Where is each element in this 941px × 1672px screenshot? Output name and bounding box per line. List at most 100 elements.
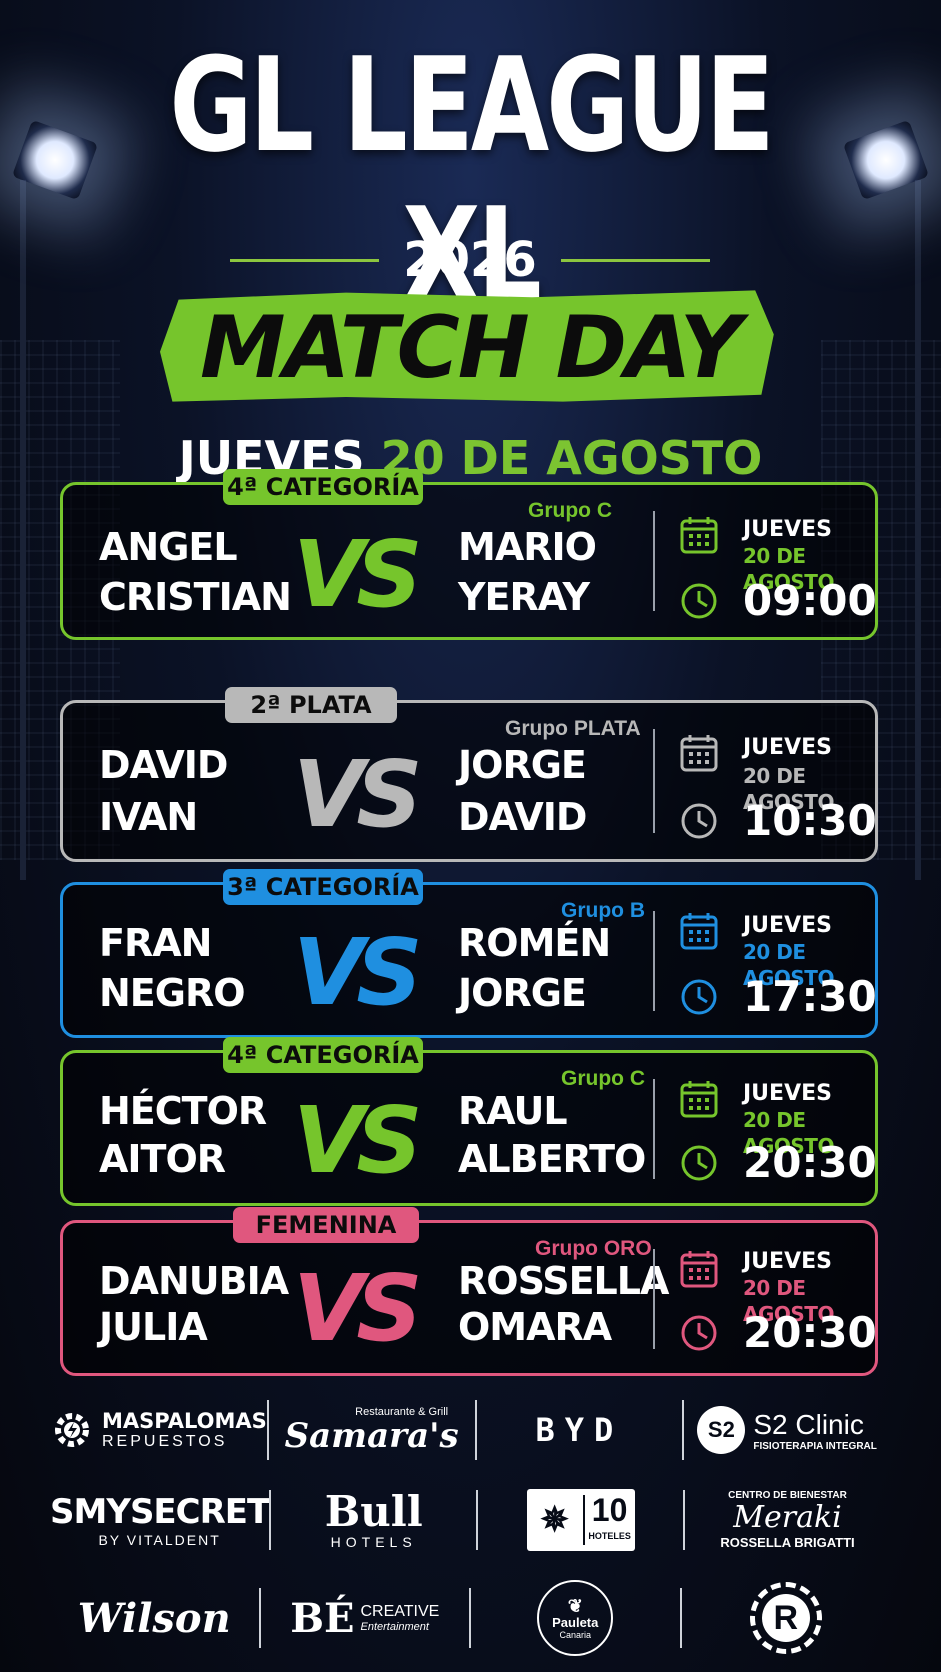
match-time: 20:30 [743, 1138, 877, 1187]
light-pole-right [915, 180, 921, 880]
player-a2: AITOR [99, 1137, 226, 1181]
player-b1: MARIO [458, 525, 597, 569]
sponsor-samaras: Restaurante & Grill Samara's [269, 1406, 475, 1454]
match-day: JUEVES [743, 913, 832, 938]
player-a2: JULIA [99, 1305, 208, 1349]
sponsor-name: BÉ [290, 1594, 355, 1642]
sponsor-name: Pauleta [552, 1614, 599, 1630]
sponsor-sub: FISIOTERAPIA INTEGRAL [753, 1440, 877, 1452]
group-label: Grupo C [528, 499, 612, 522]
sponsor-pauleta: ❦ Pauleta Canaria [471, 1580, 680, 1656]
sponsor-sub: HOTELES [588, 1531, 631, 1541]
category-tag: 4ª CATEGORÍA [223, 469, 423, 505]
sponsor-name: Wilson [77, 1594, 231, 1642]
leaf-icon: ❦ [567, 1595, 583, 1616]
player-b2: ALBERTO [458, 1137, 646, 1181]
sponsor-tag: CREATIVE [360, 1603, 440, 1620]
sponsor-r-logo: R [682, 1582, 891, 1654]
player-b2: DAVID [458, 795, 587, 839]
sponsor-name: R [761, 1594, 810, 1642]
clock-icon [681, 583, 717, 619]
sponsor-name: S2 Clinic [753, 1408, 864, 1440]
clock-icon [681, 803, 717, 839]
sponsor-name: BYD [535, 1411, 624, 1449]
sponsors-row-1: MASPALOMAS REPUESTOS Restaurante & Grill… [50, 1398, 890, 1462]
calendar-icon [680, 1251, 718, 1288]
sponsor-be-creative: BÉ CREATIVE Entertainment [261, 1595, 470, 1642]
player-a1: DANUBIA [99, 1259, 289, 1303]
player-a1: ANGEL [99, 525, 238, 569]
player-a2: NEGRO [99, 971, 246, 1015]
vs-label: VS [293, 521, 422, 628]
match-day-title: MATCH DAY [200, 298, 742, 398]
player-a1: FRAN [99, 921, 212, 965]
vs-label: VS [293, 741, 422, 848]
clock-icon [681, 979, 717, 1015]
player-b1: JORGE [458, 743, 587, 787]
group-label: Grupo PLATA [505, 717, 641, 740]
sponsor-sub: BY VITALDENT [98, 1532, 221, 1548]
gear-icon [55, 1413, 89, 1447]
match-card: 4ª CATEGORÍA Grupo C HÉCTOR AITOR VS RAU… [60, 1037, 878, 1206]
match-time: 17:30 [743, 972, 877, 1021]
vs-label: VS [293, 1087, 422, 1194]
match-day: JUEVES [743, 517, 832, 542]
sponsors-row-3: Wilson BÉ CREATIVE Entertainment ❦ Paule… [50, 1580, 891, 1656]
player-b1: RAUL [458, 1089, 568, 1133]
divider [653, 729, 655, 833]
date-heading-date: 20 DE AGOSTO [380, 431, 763, 485]
sponsor-sub: REPUESTOS [102, 1433, 228, 1450]
sponsor-bull-hotels: Bull HOTELS [271, 1487, 476, 1551]
vs-label: VS [293, 919, 422, 1026]
match-time: 09:00 [743, 576, 877, 625]
divider [653, 1249, 655, 1349]
player-b1: ROMÉN [458, 921, 611, 965]
compass-icon: ✵ [540, 1501, 569, 1539]
sponsor-name: 10 [591, 1492, 628, 1528]
sponsor-meraki: CENTRO DE BIENESTAR Meraki ROSSELLA BRIG… [685, 1490, 890, 1550]
group-label: Grupo C [561, 1067, 645, 1090]
year-row: 2026 [230, 232, 710, 288]
clock-icon [681, 1145, 717, 1181]
sponsor-byd: BYD [477, 1411, 683, 1449]
sponsor-name: Bull [324, 1487, 423, 1536]
sponsor-smysecret: SMYSECRET BY VITALDENT [50, 1492, 270, 1548]
year-line-left [230, 258, 380, 262]
sponsor-sub: HOTELS [330, 1534, 417, 1550]
sponsor-maspalomas: MASPALOMAS REPUESTOS [50, 1408, 267, 1452]
light-pole-left [20, 180, 26, 880]
sponsor-sub: Canaria [559, 1629, 592, 1640]
sponsor-name: Samara's [284, 1416, 459, 1456]
match-time: 10:30 [743, 796, 877, 845]
match-card: 2ª PLATA Grupo PLATA DAVID IVAN VS JORGE… [60, 687, 878, 862]
match-card: 4ª CATEGORÍA Grupo C ANGEL CRISTIAN VS M… [60, 469, 878, 640]
calendar-icon [680, 735, 718, 772]
sponsor-name: SMYSECRET [50, 1492, 270, 1532]
calendar-icon [680, 913, 718, 950]
vs-label: VS [293, 1255, 422, 1362]
date-heading: JUEVES 20 DE AGOSTO [0, 428, 941, 488]
player-a2: IVAN [99, 795, 198, 839]
player-a1: HÉCTOR [99, 1089, 267, 1133]
sponsor-s2-clinic: S2 S2 Clinic FISIOTERAPIA INTEGRAL [684, 1406, 890, 1454]
sponsors-row-2: SMYSECRET BY VITALDENT Bull HOTELS ✵ 10 … [50, 1484, 890, 1556]
sponsor-name: Meraki [733, 1500, 842, 1535]
year: 2026 [403, 232, 537, 288]
category-tag: FEMENINA [233, 1207, 419, 1243]
match-day: JUEVES [743, 1249, 832, 1274]
player-a1: DAVID [99, 743, 228, 787]
category-tag: 2ª PLATA [225, 687, 397, 723]
divider [653, 911, 655, 1011]
divider [653, 1079, 655, 1179]
calendar-icon [680, 517, 718, 554]
sponsor-wilson: Wilson [50, 1595, 259, 1642]
match-day: JUEVES [743, 1081, 832, 1106]
player-a2: CRISTIAN [99, 575, 292, 619]
s2-badge-icon: S2 [697, 1406, 746, 1454]
category-tag: 4ª CATEGORÍA [223, 1037, 423, 1073]
sponsor-10-hoteles: ✵ 10 HOTELES [478, 1489, 683, 1551]
match-day: JUEVES [743, 735, 832, 760]
clock-icon [681, 1315, 717, 1351]
player-b1: ROSSELLA [458, 1259, 669, 1303]
year-line-right [560, 258, 710, 262]
